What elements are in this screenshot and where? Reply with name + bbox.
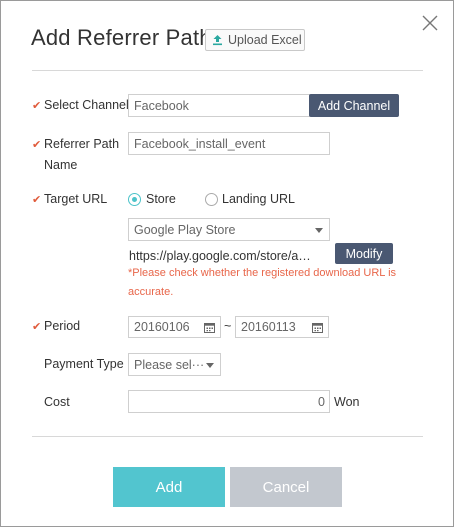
- payment-type-label: Payment Type: [44, 357, 124, 371]
- channel-value: Facebook: [134, 98, 189, 113]
- download-url-text: https://play.google.com/store/a…: [129, 249, 311, 263]
- chevron-down-icon: [206, 362, 214, 368]
- dialog-title: Add Referrer Path: [31, 25, 212, 50]
- url-warning-line2: accurate.: [128, 286, 174, 298]
- url-warning-line1: *Please check whether the registered dow…: [128, 267, 397, 279]
- period-end-input[interactable]: 20160113: [235, 316, 329, 338]
- header-divider: [32, 70, 423, 71]
- modify-button[interactable]: Modify: [335, 243, 393, 264]
- store-select[interactable]: Google Play Store: [128, 218, 330, 241]
- radio-landing-url-label: Landing URL: [222, 192, 295, 206]
- referrer-path-input[interactable]: Facebook_install_event: [128, 132, 330, 155]
- chevron-down-icon: [315, 227, 323, 233]
- radio-store[interactable]: [128, 193, 141, 206]
- add-referrer-path-dialog: Add Referrer Path Upload Excel ✔ Select …: [0, 0, 454, 527]
- upload-excel-button[interactable]: Upload Excel: [205, 29, 305, 51]
- period-separator: ~: [224, 319, 232, 333]
- footer-divider: [32, 436, 423, 437]
- period-start-input[interactable]: 20160106: [128, 316, 221, 338]
- upload-excel-label: Upload Excel: [228, 33, 302, 47]
- cost-unit: Won: [334, 395, 360, 409]
- cost-input[interactable]: 0: [128, 390, 330, 413]
- period-label: Period: [44, 319, 81, 333]
- required-check-icon: ✔: [32, 194, 42, 206]
- period-end-value: 20160113: [241, 320, 296, 334]
- payment-type-placeholder: Please sel···: [134, 357, 205, 372]
- required-check-icon: ✔: [32, 321, 42, 333]
- cost-label: Cost: [44, 395, 70, 409]
- period-start-value: 20160106: [134, 320, 190, 334]
- payment-type-select[interactable]: Please sel···: [128, 353, 221, 376]
- referrer-path-label-line1: Referrer Path: [44, 137, 120, 151]
- cancel-button[interactable]: Cancel: [230, 467, 342, 507]
- upload-icon: [213, 35, 222, 46]
- referrer-path-value: Facebook_install_event: [134, 136, 266, 151]
- store-select-value: Google Play Store: [134, 222, 236, 237]
- select-channel-label: Select Channel: [44, 98, 129, 112]
- referrer-path-label-line2: Name: [44, 158, 78, 172]
- required-check-icon: ✔: [32, 139, 42, 151]
- cost-value: 0: [318, 394, 325, 409]
- calendar-icon[interactable]: [204, 322, 215, 333]
- radio-landing-url[interactable]: [205, 193, 218, 206]
- calendar-icon[interactable]: [312, 322, 323, 333]
- target-url-label: Target URL: [44, 192, 108, 206]
- radio-store-label: Store: [146, 192, 176, 206]
- required-check-icon: ✔: [32, 100, 42, 112]
- add-button[interactable]: Add: [113, 467, 225, 507]
- channel-input[interactable]: Facebook: [128, 94, 310, 117]
- close-icon[interactable]: [421, 14, 439, 32]
- add-channel-button[interactable]: Add Channel: [309, 94, 399, 117]
